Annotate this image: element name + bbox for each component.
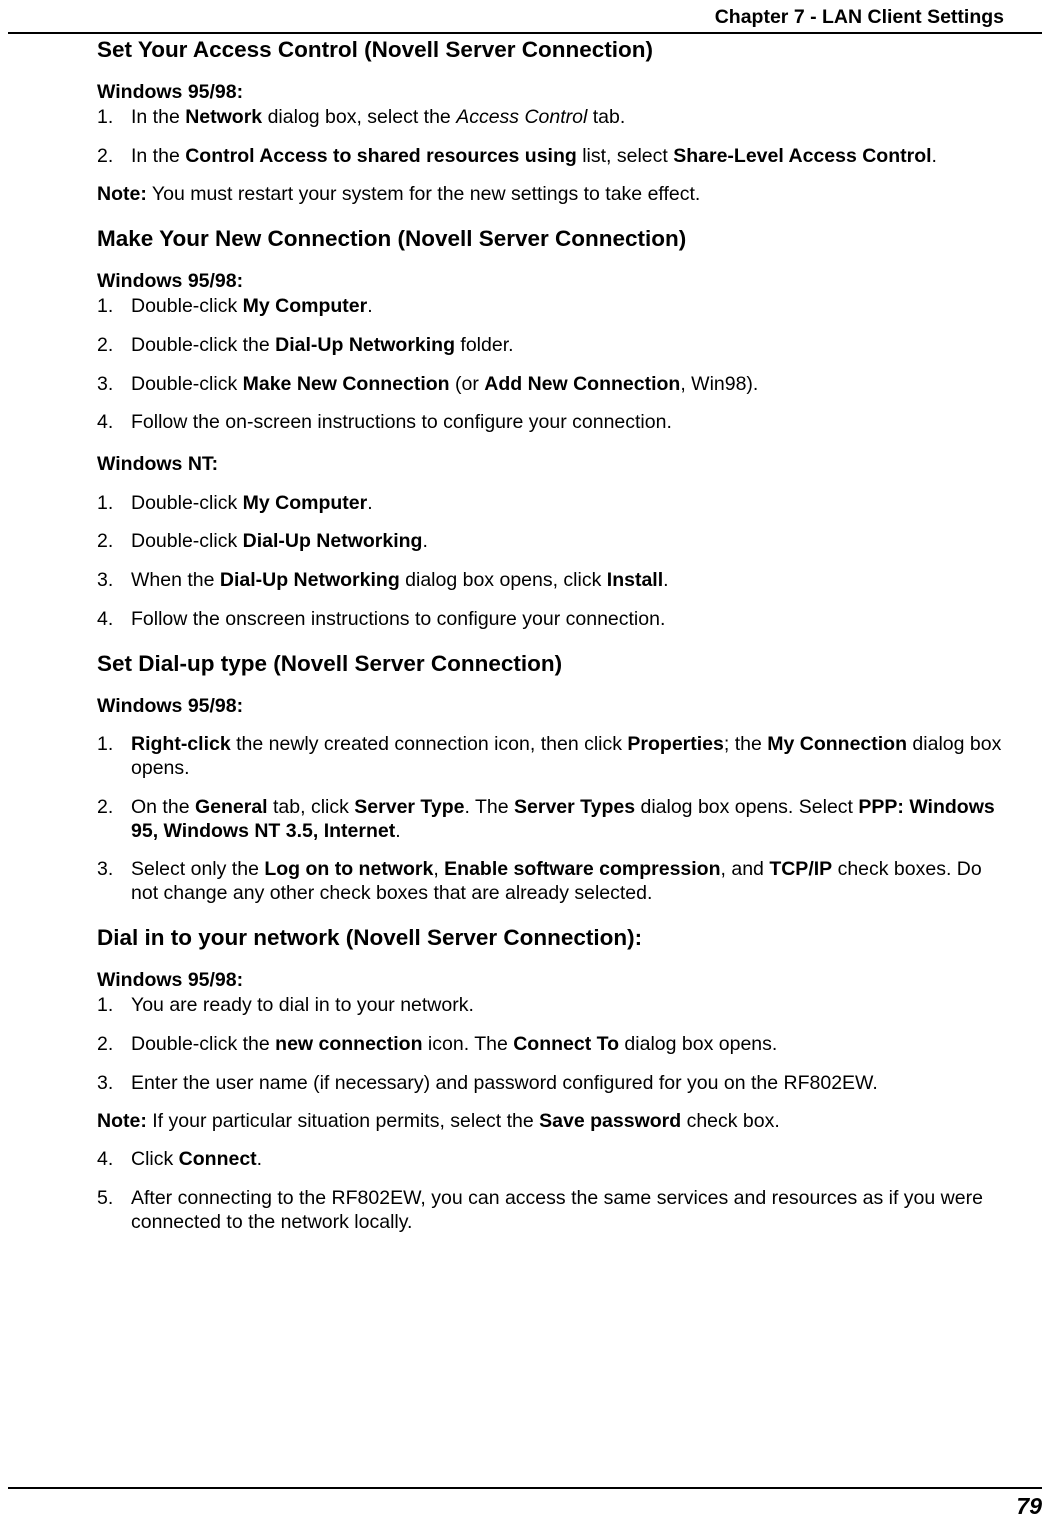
heading-dialup-type: Set Dial-up type (Novell Server Connecti… xyxy=(97,650,1004,677)
list-s1: In the Network dialog box, select the Ac… xyxy=(97,106,1004,169)
list-item: Double-click Make New Connection (or Add… xyxy=(97,373,1004,397)
list-item: Double-click the new connection icon. Th… xyxy=(97,1033,1004,1057)
list-s4b: Click Connect. After connecting to the R… xyxy=(97,1148,1004,1234)
list-item: Double-click My Computer. xyxy=(97,492,1004,516)
list-item: Follow the onscreen instructions to conf… xyxy=(97,608,1004,632)
heading-dial-in: Dial in to your network (Novell Server C… xyxy=(97,924,1004,951)
heading-access-control: Set Your Access Control (Novell Server C… xyxy=(97,36,1004,63)
list-item: Enter the user name (if necessary) and p… xyxy=(97,1072,1004,1096)
list-s2a: Double-click My Computer. Double-click t… xyxy=(97,295,1004,435)
heading-make-connection: Make Your New Connection (Novell Server … xyxy=(97,225,1004,252)
subheading-win9598-1: Windows 95/98: xyxy=(97,81,1004,104)
note-s4: Note: If your particular situation permi… xyxy=(97,1110,1004,1134)
list-s2b: Double-click My Computer. Double-click D… xyxy=(97,492,1004,632)
subheading-win9598-4: Windows 95/98: xyxy=(97,969,1004,992)
list-s4a: You are ready to dial in to your network… xyxy=(97,994,1004,1095)
list-item: On the General tab, click Server Type. T… xyxy=(97,796,1004,844)
list-s3: Right-click the newly created connection… xyxy=(97,733,1004,906)
subheading-win9598-3: Windows 95/98: xyxy=(97,695,1004,718)
list-item: When the Dial-Up Networking dialog box o… xyxy=(97,569,1004,593)
list-item: Right-click the newly created connection… xyxy=(97,733,1004,781)
rule-top xyxy=(8,32,1042,34)
list-item: Double-click the Dial-Up Networking fold… xyxy=(97,334,1004,358)
chapter-title: Chapter 7 - LAN Client Settings xyxy=(715,6,1004,29)
list-item: In the Network dialog box, select the Ac… xyxy=(97,106,1004,130)
content: Set Your Access Control (Novell Server C… xyxy=(97,36,1004,1235)
list-item: Select only the Log on to network, Enabl… xyxy=(97,858,1004,906)
list-item: Double-click Dial-Up Networking. xyxy=(97,530,1004,554)
subheading-win9598-2: Windows 95/98: xyxy=(97,270,1004,293)
rule-bottom xyxy=(8,1487,1042,1489)
page: Chapter 7 - LAN Client Settings Set Your… xyxy=(0,0,1050,1531)
subheading-winnt: Windows NT: xyxy=(97,453,1004,476)
list-item: You are ready to dial in to your network… xyxy=(97,994,1004,1018)
list-item: After connecting to the RF802EW, you can… xyxy=(97,1187,1004,1235)
list-item: Follow the on-screen instructions to con… xyxy=(97,411,1004,435)
list-item: In the Control Access to shared resource… xyxy=(97,145,1004,169)
page-number: 79 xyxy=(1016,1493,1042,1521)
list-item: Click Connect. xyxy=(97,1148,1004,1172)
note-s1: Note: You must restart your system for t… xyxy=(97,183,1004,207)
list-item: Double-click My Computer. xyxy=(97,295,1004,319)
